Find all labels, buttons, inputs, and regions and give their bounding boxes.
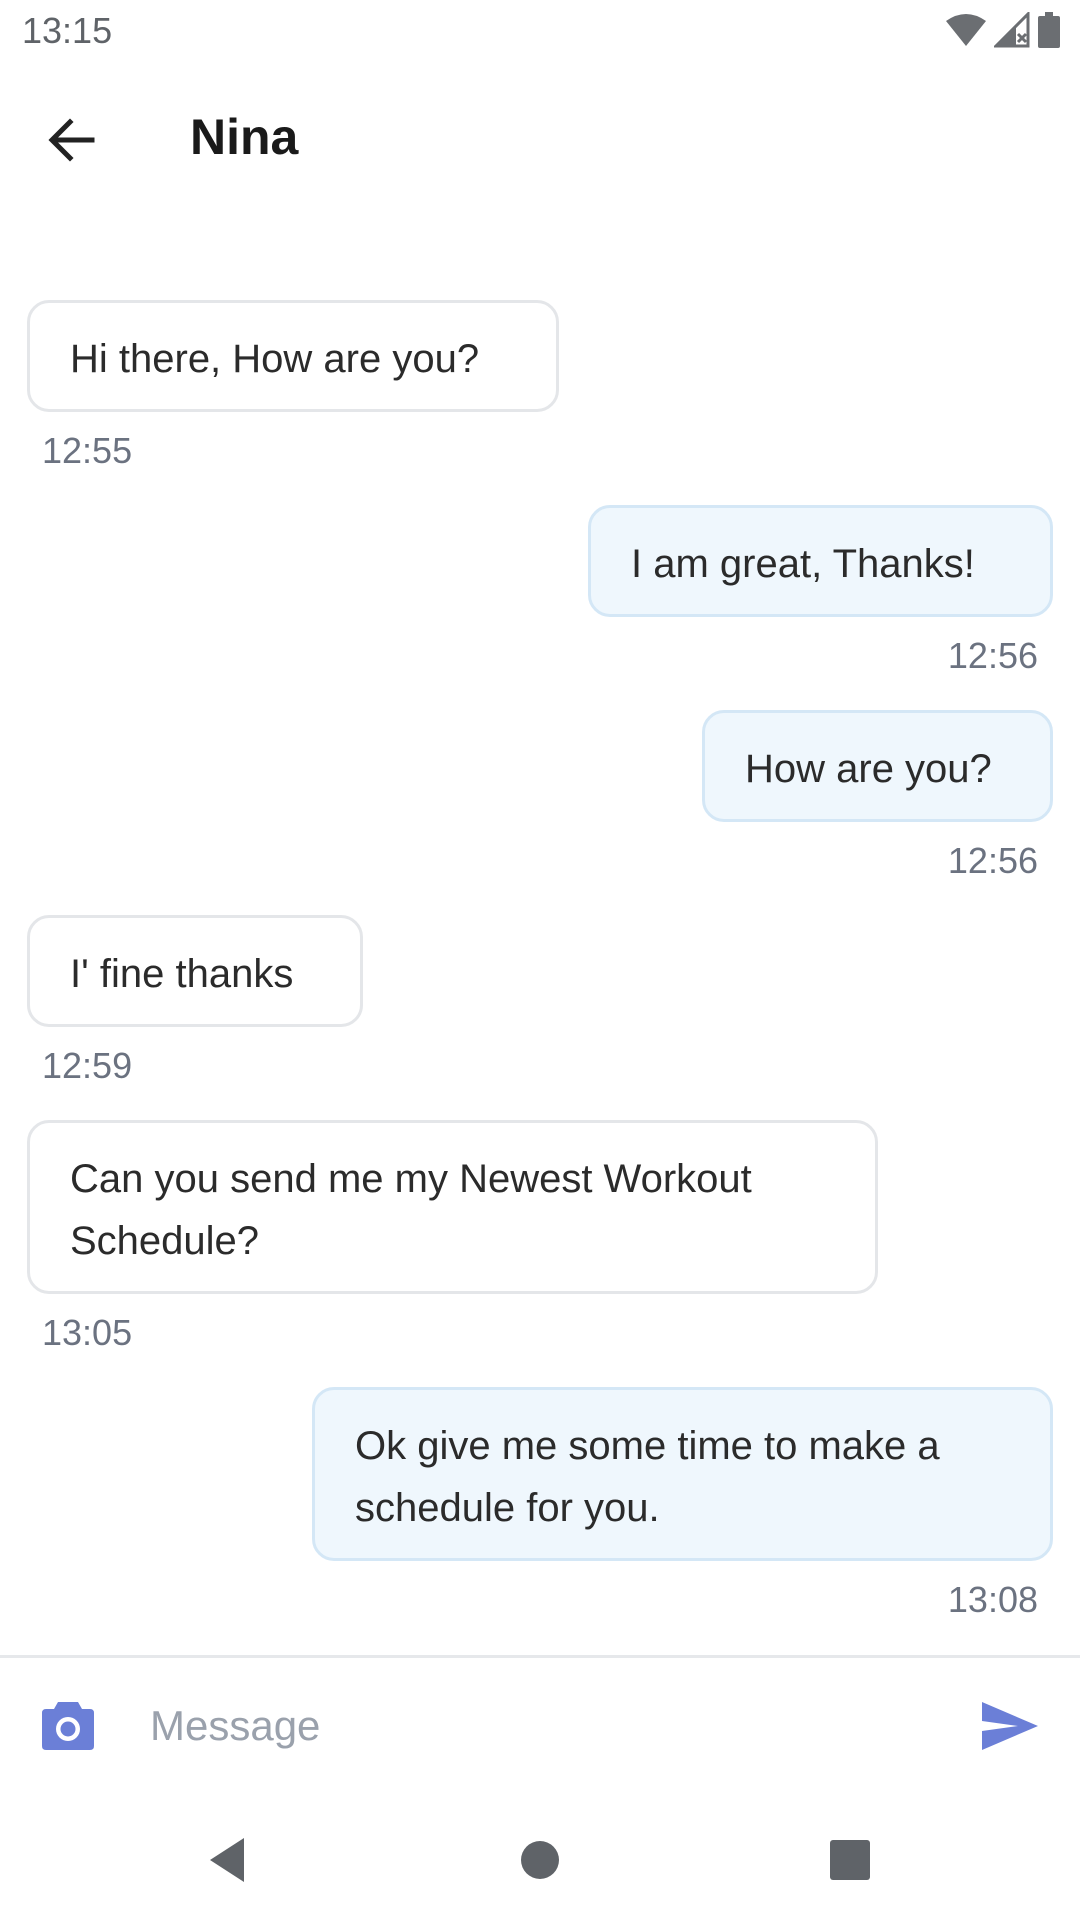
status-time: 13:15 (22, 10, 113, 51)
message-bubble[interactable]: Ok give me some time to make a schedule … (312, 1387, 1053, 1561)
status-bar: 13:15 (0, 0, 1080, 64)
message-composer (0, 1658, 1080, 1794)
message-timestamp: 13:05 (42, 1312, 133, 1353)
back-button[interactable] (36, 104, 108, 176)
message-timestamp: 13:08 (947, 1579, 1038, 1620)
wifi-icon (946, 13, 986, 52)
message-input[interactable] (150, 1686, 930, 1766)
recents-square-icon (830, 1840, 870, 1880)
chat-header: Nina (0, 64, 1080, 216)
message-bubble[interactable]: How are you? (702, 710, 1053, 822)
nav-recents-button[interactable] (820, 1830, 880, 1890)
message-bubble[interactable]: Can you send me my Newest Workout Schedu… (27, 1120, 878, 1294)
battery-icon (1038, 12, 1060, 53)
cell-signal-icon (992, 10, 1030, 53)
contact-name: Nina (190, 109, 299, 165)
message-timestamp: 12:56 (947, 840, 1038, 881)
home-circle-icon (521, 1841, 559, 1879)
system-nav-bar (0, 1794, 1080, 1920)
arrow-left-icon (48, 118, 95, 162)
back-triangle-icon (210, 1838, 244, 1882)
message-timestamp: 12:55 (42, 430, 133, 471)
send-icon (982, 1702, 1038, 1750)
message-timestamp: 12:59 (42, 1045, 133, 1086)
nav-back-button[interactable] (200, 1830, 260, 1890)
message-bubble[interactable]: Hi there, How are you? (27, 300, 559, 412)
message-bubble[interactable]: I' fine thanks (27, 915, 363, 1027)
camera-button[interactable] (38, 1696, 98, 1756)
message-bubble[interactable]: I am great, Thanks! (588, 505, 1053, 617)
nav-home-button[interactable] (510, 1830, 570, 1890)
send-button[interactable] (978, 1696, 1042, 1756)
camera-icon (42, 1702, 94, 1750)
message-timestamp: 12:56 (947, 635, 1038, 676)
status-icons (946, 10, 1060, 53)
